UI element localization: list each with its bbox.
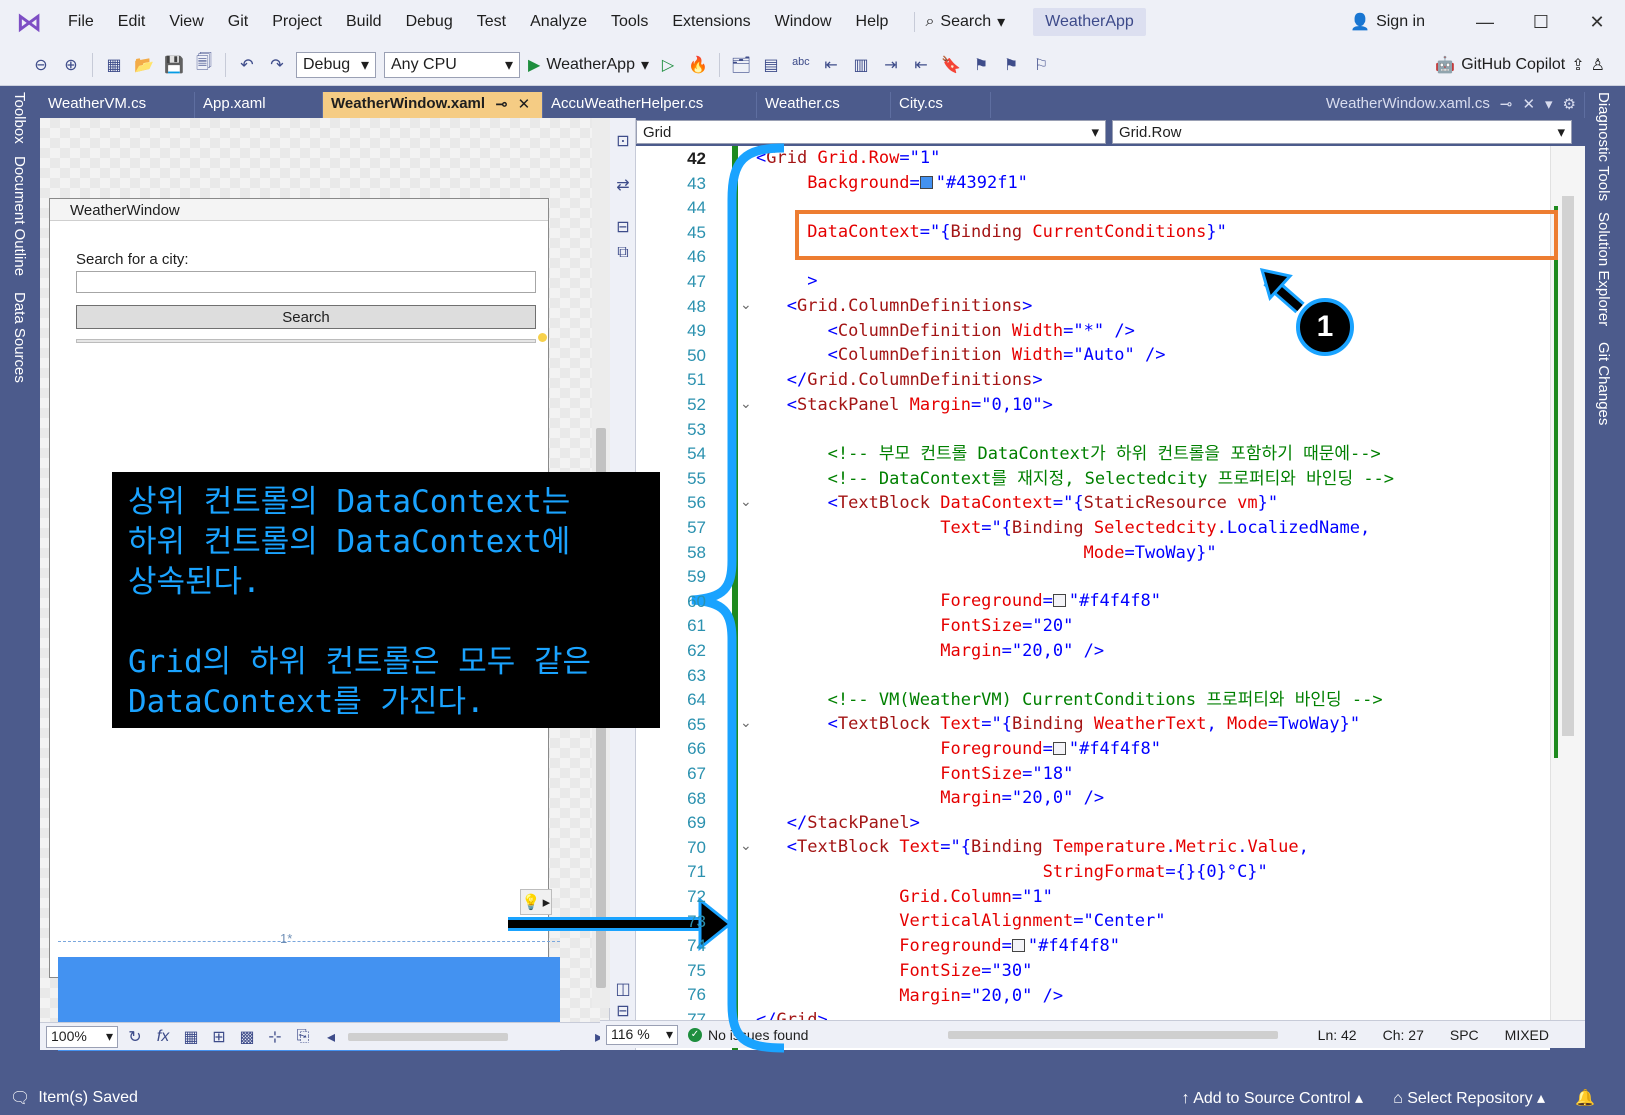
line-number: 76 <box>687 985 706 1005</box>
line-number: 54 <box>687 444 706 464</box>
line-number: 43 <box>687 173 706 193</box>
line-number: 53 <box>687 419 706 439</box>
line-number: 56 <box>687 493 706 513</box>
line-numbers: 42 43 44 45 46 47 48 49 50 51 52 53 54 55 56 57 58 59 60 61… <box>636 146 706 1020</box>
line-number: 57 <box>687 518 706 537</box>
line-number: 55 <box>687 468 706 488</box>
line-number: 73 <box>687 911 706 931</box>
line-number: 47 <box>687 272 706 291</box>
line-number: 49 <box>687 321 706 341</box>
line-number: 50 <box>687 345 706 365</box>
line-number: 68 <box>687 788 706 808</box>
line-number: 71 <box>687 862 706 882</box>
line-number: 59 <box>687 567 706 587</box>
line-number: 42 <box>687 149 706 168</box>
line-number: 70 <box>687 837 706 857</box>
line-number: 61 <box>687 616 706 636</box>
step-number-badge: 1 <box>1296 298 1354 356</box>
line-number: 65 <box>687 714 706 734</box>
line-number: 58 <box>687 542 706 562</box>
line-number: 45 <box>687 222 706 242</box>
line-number: 63 <box>687 665 706 685</box>
line-number: 44 <box>687 198 706 218</box>
line-number: 69 <box>687 813 706 833</box>
line-number: 66 <box>687 739 706 759</box>
line-number: 46 <box>687 247 706 267</box>
line-number: 48 <box>687 296 706 316</box>
line-number: 52 <box>687 395 706 414</box>
line-number: 51 <box>687 370 706 390</box>
line-number: 75 <box>687 960 706 980</box>
annotation-overlay <box>508 143 1305 1053</box>
line-number: 77 <box>687 1010 706 1020</box>
line-number: 74 <box>687 936 706 956</box>
line-number: 67 <box>687 764 706 783</box>
line-number: 62 <box>687 641 706 660</box>
line-number: 60 <box>687 591 706 611</box>
line-number: 72 <box>687 887 706 906</box>
line-number: 64 <box>687 690 706 710</box>
